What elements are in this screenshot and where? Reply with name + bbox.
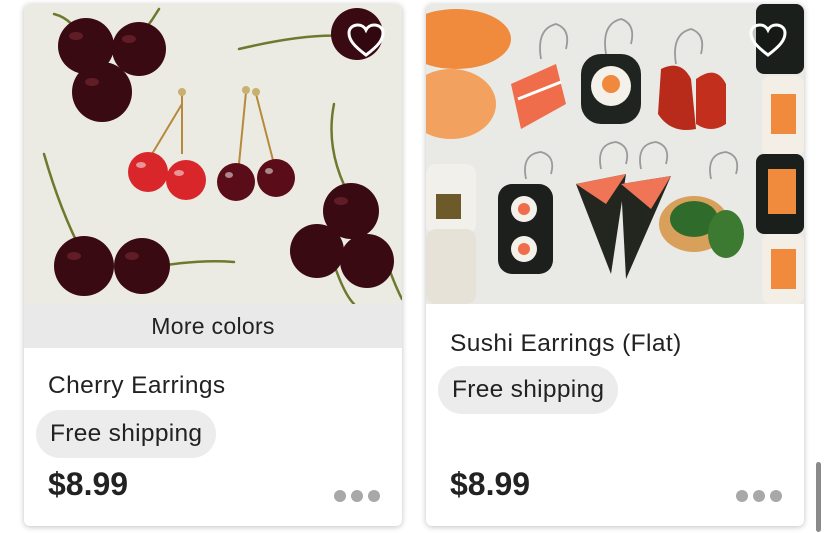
heart-outline-icon bbox=[749, 23, 787, 57]
free-shipping-badge: Free shipping bbox=[36, 410, 217, 458]
listing-card[interactable]: Sushi Earrings (Flat) Free shipping $8.9… bbox=[426, 4, 804, 526]
more-options-button[interactable] bbox=[736, 490, 782, 502]
heart-outline-icon bbox=[347, 23, 385, 57]
more-colors-banner: More colors bbox=[24, 304, 402, 348]
listing-title[interactable]: Cherry Earrings bbox=[48, 372, 226, 400]
listing-photo-sushi-earrings[interactable] bbox=[426, 4, 804, 304]
listing-price: $8.99 bbox=[450, 466, 531, 502]
more-options-button[interactable] bbox=[334, 490, 380, 502]
favorite-button[interactable] bbox=[746, 18, 790, 62]
scrollbar[interactable] bbox=[816, 462, 821, 532]
listing-card[interactable]: More colors Cherry Earrings Free shippin… bbox=[24, 4, 402, 526]
listing-price: $8.99 bbox=[48, 466, 129, 502]
free-shipping-badge: Free shipping bbox=[438, 366, 619, 414]
listing-photo-cherry-earrings[interactable] bbox=[24, 4, 402, 304]
more-dots-icon bbox=[334, 490, 346, 502]
more-dots-icon bbox=[736, 490, 748, 502]
listing-title[interactable]: Sushi Earrings (Flat) bbox=[450, 330, 682, 358]
favorite-button[interactable] bbox=[344, 18, 388, 62]
